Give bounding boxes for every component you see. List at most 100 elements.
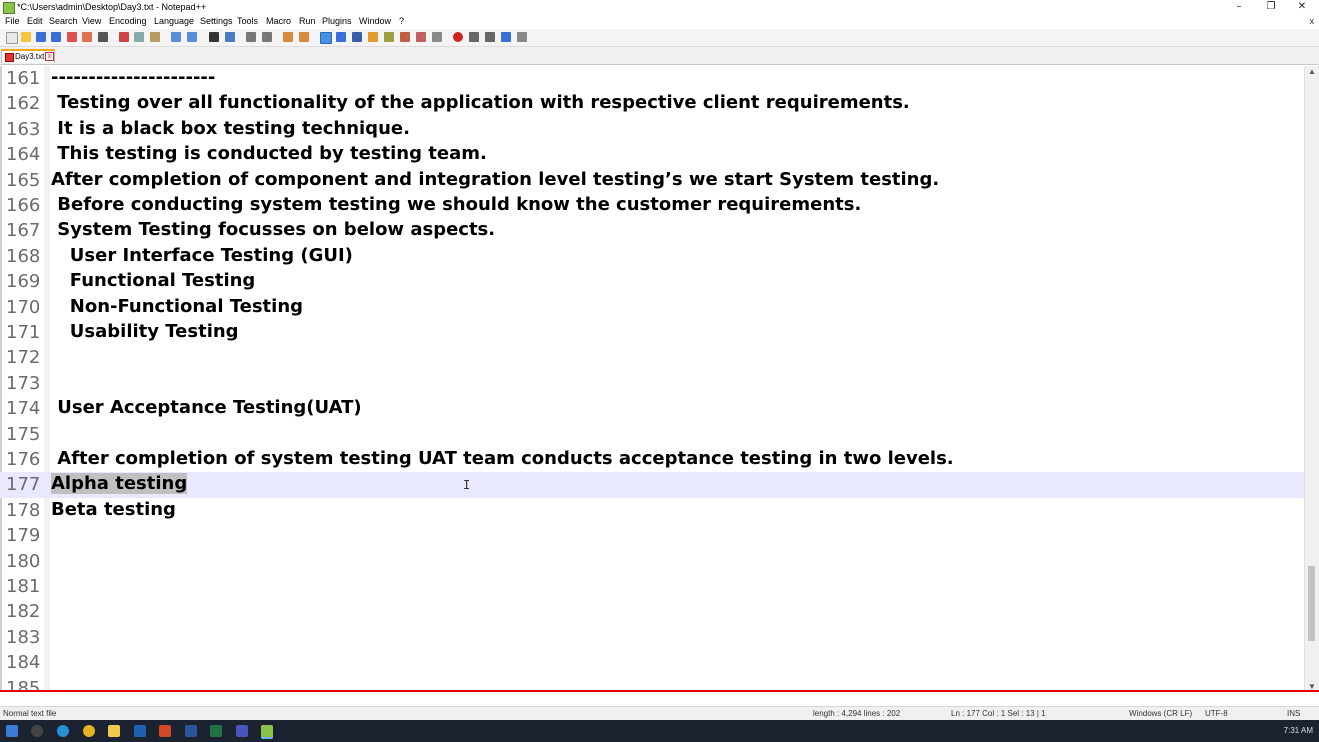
editor-line[interactable]: 179: [0, 523, 1304, 548]
menu-help[interactable]: ?: [399, 16, 404, 26]
menu-macro[interactable]: Macro: [266, 16, 291, 26]
start-icon[interactable]: [6, 725, 18, 737]
editor-line[interactable]: 175: [0, 422, 1304, 447]
document-map-icon[interactable]: [384, 32, 394, 42]
function-list-icon[interactable]: [400, 32, 410, 42]
user-language-icon[interactable]: [368, 32, 378, 42]
line-text[interactable]: Non-Functional Testing: [51, 296, 303, 317]
close-file-icon[interactable]: [67, 32, 77, 42]
word-wrap-icon[interactable]: [320, 32, 332, 44]
line-text[interactable]: Testing over all functionality of the ap…: [51, 92, 910, 113]
find-icon[interactable]: [209, 32, 219, 42]
editor-line[interactable]: 177 Alpha testing: [0, 472, 1304, 498]
edge-browser-icon[interactable]: [57, 725, 69, 737]
line-text[interactable]: User Interface Testing (GUI): [51, 245, 353, 266]
file-explorer-icon[interactable]: [108, 725, 120, 737]
editor-line[interactable]: 181: [0, 574, 1304, 599]
notepadpp-taskbar-icon[interactable]: [261, 725, 273, 739]
line-text[interactable]: ----------------------: [51, 67, 215, 88]
outlook-icon[interactable]: [134, 725, 146, 737]
redo-icon[interactable]: [187, 32, 197, 42]
play-macro-icon[interactable]: [485, 32, 495, 42]
tab-close-icon[interactable]: x: [45, 52, 54, 61]
undo-icon[interactable]: [171, 32, 181, 42]
tab-day3[interactable]: Day3.txt x: [1, 49, 55, 63]
editor-line[interactable]: 168 User Interface Testing (GUI): [0, 244, 1304, 269]
close-document-icon[interactable]: x: [1310, 16, 1315, 26]
cut-icon[interactable]: [119, 32, 129, 42]
line-text[interactable]: User Acceptance Testing(UAT): [51, 397, 361, 418]
vertical-scrollbar[interactable]: ▲ ▼: [1304, 66, 1319, 692]
zoom-in-icon[interactable]: [246, 32, 256, 42]
editor-line[interactable]: 180: [0, 549, 1304, 574]
show-all-chars-icon[interactable]: [336, 32, 346, 42]
copy-icon[interactable]: [134, 32, 144, 42]
menu-search[interactable]: Search: [49, 16, 78, 26]
line-text[interactable]: After completion of component and integr…: [51, 169, 939, 190]
close-window-button[interactable]: ✕: [1287, 0, 1317, 15]
menu-encoding[interactable]: Encoding: [109, 16, 147, 26]
editor-line[interactable]: 176 After completion of system testing U…: [0, 447, 1304, 472]
menu-file[interactable]: File: [5, 16, 20, 26]
editor-line[interactable]: 184: [0, 650, 1304, 675]
editor-line[interactable]: 161 ----------------------: [0, 66, 1304, 91]
sync-horizontal-icon[interactable]: [299, 32, 309, 42]
print-icon[interactable]: [98, 32, 108, 42]
line-text[interactable]: Usability Testing: [51, 321, 239, 342]
editor-line[interactable]: 172: [0, 345, 1304, 370]
scrollbar-thumb[interactable]: [1308, 566, 1315, 641]
word-icon[interactable]: [185, 725, 197, 737]
menu-tools[interactable]: Tools: [237, 16, 258, 26]
text-editor[interactable]: 161 ---------------------- 162 Testing ove…: [0, 66, 1304, 692]
editor-line[interactable]: 166 Before conducting system testing we …: [0, 193, 1304, 218]
editor-line[interactable]: 173: [0, 371, 1304, 396]
teams-icon[interactable]: [236, 725, 248, 737]
menu-run[interactable]: Run: [299, 16, 316, 26]
close-all-icon[interactable]: [82, 32, 92, 42]
replace-icon[interactable]: [225, 32, 235, 42]
line-text[interactable]: Beta testing: [51, 499, 176, 520]
scroll-up-icon[interactable]: ▲: [1308, 67, 1316, 76]
folder-as-workspace-icon[interactable]: [416, 32, 426, 42]
line-text[interactable]: This testing is conducted by testing tea…: [51, 143, 487, 164]
menu-edit[interactable]: Edit: [27, 16, 43, 26]
menu-settings[interactable]: Settings: [200, 16, 233, 26]
editor-line[interactable]: 170 Non-Functional Testing: [0, 295, 1304, 320]
save-icon[interactable]: [36, 32, 46, 42]
menu-language[interactable]: Language: [154, 16, 194, 26]
editor-line[interactable]: 162 Testing over all functionality of th…: [0, 91, 1304, 116]
editor-line[interactable]: 178 Beta testing: [0, 498, 1304, 523]
editor-line[interactable]: 171 Usability Testing: [0, 320, 1304, 345]
line-text[interactable]: Functional Testing: [51, 270, 256, 291]
editor-line[interactable]: 169 Functional Testing: [0, 269, 1304, 294]
sync-vertical-icon[interactable]: [283, 32, 293, 42]
editor-line[interactable]: 163 It is a black box testing technique.: [0, 117, 1304, 142]
monitoring-eye-icon[interactable]: [432, 32, 442, 42]
editor-line[interactable]: 183: [0, 625, 1304, 650]
indent-guide-icon[interactable]: [352, 32, 362, 42]
menu-window[interactable]: Window: [359, 16, 391, 26]
save-macro-icon[interactable]: [517, 32, 527, 42]
minimize-button[interactable]: –: [1224, 0, 1254, 15]
menu-plugins[interactable]: Plugins: [322, 16, 352, 26]
record-macro-icon[interactable]: [453, 32, 463, 42]
editor-line[interactable]: 164 This testing is conducted by testing…: [0, 142, 1304, 167]
excel-icon[interactable]: [210, 725, 222, 737]
save-all-icon[interactable]: [51, 32, 61, 42]
paste-icon[interactable]: [150, 32, 160, 42]
editor-line[interactable]: 165 After completion of component and int…: [0, 168, 1304, 193]
powerpoint-icon[interactable]: [159, 725, 171, 737]
line-text[interactable]: After completion of system testing UAT t…: [51, 448, 953, 469]
run-macro-multiple-icon[interactable]: [501, 32, 511, 42]
search-icon[interactable]: [31, 725, 43, 737]
chrome-icon[interactable]: [83, 725, 95, 737]
line-text[interactable]: System Testing focusses on below aspects…: [51, 219, 495, 240]
editor-line[interactable]: 167 System Testing focusses on below asp…: [0, 218, 1304, 243]
new-file-icon[interactable]: [6, 32, 18, 44]
line-text[interactable]: It is a black box testing technique.: [51, 118, 410, 139]
restore-button[interactable]: ❐: [1256, 0, 1286, 15]
editor-line[interactable]: 182: [0, 599, 1304, 624]
editor-line[interactable]: 174 User Acceptance Testing(UAT): [0, 396, 1304, 421]
line-text[interactable]: Before conducting system testing we shou…: [51, 194, 861, 215]
menu-view[interactable]: View: [82, 16, 101, 26]
